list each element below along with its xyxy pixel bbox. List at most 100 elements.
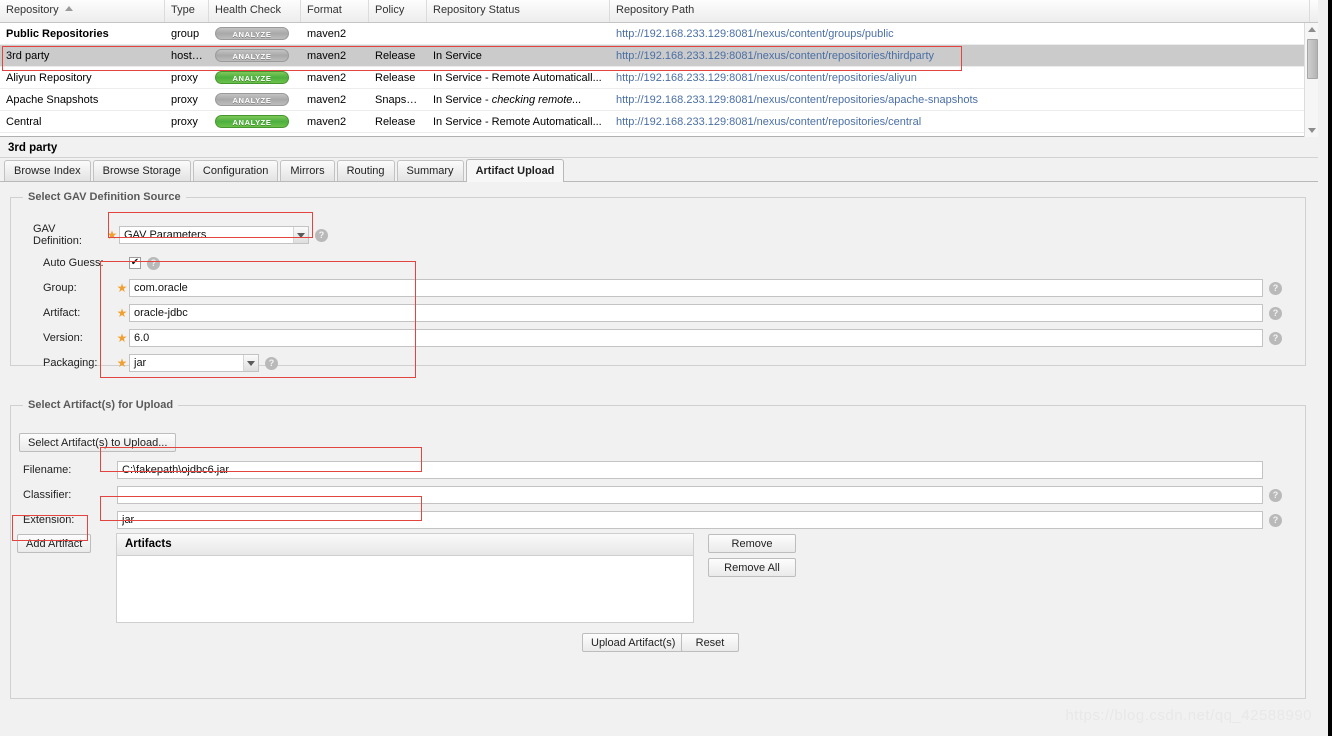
group-input[interactable]: [129, 279, 1263, 297]
detail-tabbar: Browse Index Browse Storage Configuratio…: [0, 159, 1318, 182]
analyze-button[interactable]: ANALYZE: [215, 26, 289, 40]
version-input[interactable]: [129, 329, 1263, 347]
cell-format: maven2: [307, 49, 347, 62]
version-label: Version:: [43, 332, 83, 344]
tab-artifact-upload[interactable]: Artifact Upload: [465, 159, 565, 182]
repository-grid-body: Public Repositories group ANALYZE maven2…: [0, 23, 1318, 133]
remove-all-button[interactable]: Remove All: [708, 558, 796, 577]
cell-policy: Release: [375, 49, 416, 62]
reset-button[interactable]: Reset: [681, 633, 739, 652]
cell-repository-path[interactable]: http://192.168.233.129:8081/nexus/conten…: [610, 90, 1310, 110]
column-header-repository-status[interactable]: Repository Status: [427, 0, 610, 22]
auto-guess-checkbox[interactable]: ✔: [129, 257, 141, 269]
gav-definition-select[interactable]: GAV Parameters: [119, 226, 309, 244]
cell-health-check: ANALYZE: [209, 24, 301, 44]
help-icon[interactable]: ?: [1269, 513, 1282, 527]
table-row[interactable]: Public Repositories group ANALYZE maven2…: [0, 23, 1318, 45]
artifact-row: Artifact: ★ ?: [31, 304, 1297, 322]
tab-summary[interactable]: Summary: [396, 160, 464, 181]
column-header-repository-path[interactable]: Repository Path: [610, 0, 1310, 22]
help-icon[interactable]: ?: [147, 256, 160, 270]
column-header-policy[interactable]: Policy: [369, 0, 427, 22]
column-header-repository[interactable]: Repository: [0, 0, 165, 22]
tab-browse-storage[interactable]: Browse Storage: [92, 160, 191, 181]
packaging-select[interactable]: jar: [129, 354, 259, 372]
chevron-down-icon[interactable]: [243, 355, 258, 371]
tab-mirrors[interactable]: Mirrors: [280, 160, 335, 181]
extension-row: Extension: ?: [19, 511, 1299, 529]
gav-fieldset-legend: Select GAV Definition Source: [28, 191, 181, 203]
classifier-row: Classifier: ?: [19, 486, 1299, 504]
auto-guess-row: Auto Guess: ✔ ?: [31, 254, 160, 272]
help-icon[interactable]: ?: [1269, 306, 1282, 320]
table-row[interactable]: Central proxy ANALYZE maven2 Release In …: [0, 111, 1318, 133]
artifact-upload-form: Select GAV Definition Source GAV Definit…: [0, 183, 1318, 736]
column-header-repository-label: Repository: [6, 4, 59, 16]
repository-grid-scrollbar[interactable]: [1304, 23, 1318, 137]
analyze-button[interactable]: ANALYZE: [215, 114, 289, 128]
extension-input[interactable]: [117, 511, 1263, 529]
table-row[interactable]: Apache Snapshots proxy ANALYZE maven2 Sn…: [0, 89, 1318, 111]
scroll-down-button[interactable]: [1305, 124, 1319, 137]
analyze-button[interactable]: ANALYZE: [215, 92, 289, 106]
scroll-up-button[interactable]: [1305, 23, 1319, 36]
extension-label: Extension:: [23, 514, 75, 526]
table-row[interactable]: 3rd party hosted ANALYZE maven2 Release …: [0, 45, 1318, 67]
classifier-input[interactable]: [117, 486, 1263, 504]
cell-repository: Central: [6, 115, 42, 128]
artifact-upload-fieldset: Select Artifact(s) for Upload Select Art…: [10, 399, 1306, 699]
column-header-health-check[interactable]: Health Check: [209, 0, 301, 22]
select-artifacts-button[interactable]: Select Artifact(s) to Upload...: [19, 433, 177, 452]
packaging-label: Packaging:: [43, 357, 98, 369]
filename-input[interactable]: [117, 461, 1263, 479]
analyze-button[interactable]: ANALYZE: [215, 48, 289, 62]
scrollbar-thumb[interactable]: [1307, 39, 1318, 79]
artifact-input[interactable]: [129, 304, 1263, 322]
artifact-label: Artifact:: [43, 307, 81, 319]
upload-artifacts-button[interactable]: Upload Artifact(s): [582, 633, 685, 652]
cell-policy: Release: [375, 71, 416, 84]
cell-status: In Service - Remote Automaticall...: [433, 71, 602, 84]
chevron-down-icon[interactable]: [293, 227, 308, 243]
cell-policy: Snapshot: [375, 93, 422, 106]
cell-repository: 3rd party: [6, 49, 50, 62]
add-artifact-button[interactable]: Add Artifact: [17, 534, 92, 553]
gav-definition-fieldset: Select GAV Definition Source GAV Definit…: [10, 191, 1306, 372]
help-icon[interactable]: ?: [1269, 331, 1282, 345]
artifacts-list-body[interactable]: [117, 556, 693, 623]
cell-status: In Service - Remote Automaticall...: [433, 115, 602, 128]
cell-policy: Release: [375, 115, 416, 128]
cell-status: In Service: [433, 49, 482, 62]
column-header-type[interactable]: Type: [165, 0, 209, 22]
help-icon[interactable]: ?: [1269, 488, 1282, 502]
artifacts-list-header: Artifacts: [117, 534, 693, 556]
table-row[interactable]: Aliyun Repository proxy ANALYZE maven2 R…: [0, 67, 1318, 89]
tab-configuration[interactable]: Configuration: [192, 160, 279, 181]
tab-routing[interactable]: Routing: [336, 160, 395, 181]
cell-repository-path[interactable]: http://192.168.233.129:8081/nexus/conten…: [610, 24, 1310, 44]
cell-repository-path[interactable]: http://192.168.233.129:8081/nexus/conten…: [610, 68, 1310, 88]
nexus-repository-manager-page: Repository Type Health Check Format Poli…: [0, 0, 1332, 736]
help-icon[interactable]: ?: [315, 228, 328, 242]
cell-repository: Public Repositories: [6, 27, 109, 40]
classifier-label: Classifier:: [23, 489, 72, 501]
chevron-down-icon: [1308, 128, 1316, 133]
gav-definition-row: GAV Definition: ★ GAV Parameters ?: [21, 223, 328, 247]
filename-row: Filename:: [19, 461, 1299, 479]
chevron-up-icon: [1308, 27, 1316, 32]
help-icon[interactable]: ?: [265, 356, 278, 370]
analyze-button[interactable]: ANALYZE: [215, 70, 289, 84]
cell-repository-path[interactable]: http://192.168.233.129:8081/nexus/conten…: [610, 112, 1310, 132]
sort-ascending-icon: [64, 6, 73, 11]
cell-health-check: ANALYZE: [209, 112, 301, 132]
checkmark-icon: ✔: [130, 257, 140, 268]
repository-grid: Repository Type Health Check Format Poli…: [0, 0, 1318, 137]
cell-repository: Apache Snapshots: [6, 93, 99, 106]
remove-button[interactable]: Remove: [708, 534, 796, 553]
tab-browse-index[interactable]: Browse Index: [4, 160, 91, 181]
auto-guess-label: Auto Guess:: [43, 257, 104, 269]
artifacts-list: Artifacts: [116, 533, 694, 623]
help-icon[interactable]: ?: [1269, 281, 1282, 295]
cell-repository-path[interactable]: http://192.168.233.129:8081/nexus/conten…: [610, 46, 1310, 66]
column-header-format[interactable]: Format: [301, 0, 369, 22]
